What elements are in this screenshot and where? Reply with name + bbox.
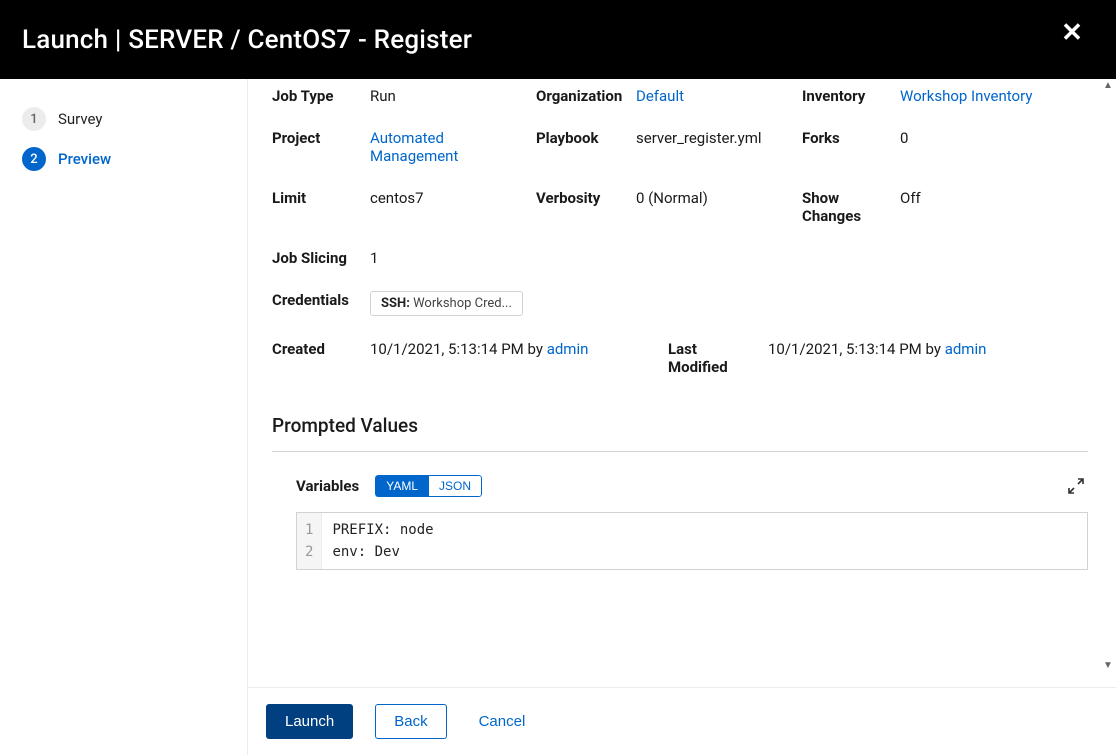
label-modified: Last Modified	[668, 340, 760, 376]
close-button[interactable]: ✕	[1060, 20, 1084, 44]
code-line: env: Dev	[332, 541, 1077, 563]
line-number: 1	[305, 519, 313, 541]
link-organization[interactable]: Default	[636, 87, 684, 105]
wizard-nav: 1 Survey 2 Preview	[0, 79, 248, 755]
dialog-title: Launch | SERVER / CentOS7 - Register	[22, 25, 472, 55]
label-forks: Forks	[802, 129, 892, 165]
code-content: PREFIX: node env: Dev	[322, 513, 1087, 569]
created-timestamp: 10/1/2021, 5:13:14 PM	[370, 340, 524, 358]
label-organization: Organization	[536, 87, 628, 105]
value-project: Automated Management	[370, 129, 528, 165]
format-toggle: YAML JSON	[375, 475, 482, 497]
toggle-yaml[interactable]: YAML	[375, 475, 428, 497]
variables-row: Variables YAML JSON	[272, 474, 1088, 498]
value-modified: 10/1/2021, 5:13:14 PM by admin	[768, 340, 1058, 376]
step-number: 2	[22, 147, 46, 171]
divider	[272, 451, 1088, 452]
expand-icon	[1068, 478, 1084, 494]
value-limit: centos7	[370, 189, 528, 225]
content-wrap: ▲ Job Type Run Organization Default Inve…	[248, 79, 1116, 755]
variables-label: Variables	[296, 477, 359, 495]
wizard-step-survey[interactable]: 1 Survey	[0, 99, 247, 139]
prompted-values-heading: Prompted Values	[272, 414, 1088, 437]
value-created: 10/1/2021, 5:13:14 PM by admin	[370, 340, 660, 376]
step-label: Preview	[58, 150, 111, 168]
label-verbosity: Verbosity	[536, 189, 628, 225]
value-credentials: SSH: Workshop Cred...	[370, 291, 1058, 316]
dialog-header: Launch | SERVER / CentOS7 - Register ✕	[0, 0, 1116, 79]
label-playbook: Playbook	[536, 129, 628, 165]
step-label: Survey	[58, 110, 103, 128]
expand-button[interactable]	[1064, 474, 1088, 498]
value-inventory: Workshop Inventory	[900, 87, 1058, 105]
launch-button[interactable]: Launch	[266, 704, 353, 739]
link-inventory[interactable]: Workshop Inventory	[900, 87, 1032, 105]
value-playbook: server_register.yml	[636, 129, 794, 165]
value-verbosity: 0 (Normal)	[636, 189, 794, 225]
details-grid: Job Type Run Organization Default Invent…	[272, 79, 1088, 376]
link-project[interactable]: Automated Management	[370, 129, 458, 165]
credential-type: SSH:	[381, 296, 410, 311]
value-show-changes: Off	[900, 189, 1058, 225]
dialog-footer: Launch Back Cancel	[248, 687, 1116, 755]
toggle-json[interactable]: JSON	[428, 475, 482, 497]
modified-timestamp: 10/1/2021, 5:13:14 PM	[768, 340, 922, 358]
value-job-slicing: 1	[370, 249, 528, 267]
code-gutter: 1 2	[297, 513, 322, 569]
credential-chip[interactable]: SSH: Workshop Cred...	[370, 291, 523, 316]
close-icon: ✕	[1061, 17, 1083, 47]
back-button[interactable]: Back	[375, 704, 446, 739]
line-number: 2	[305, 541, 313, 563]
modified-by-word: by	[926, 340, 941, 358]
row-timestamps: Created 10/1/2021, 5:13:14 PM by admin L…	[272, 340, 1058, 376]
wizard-step-preview[interactable]: 2 Preview	[0, 139, 247, 179]
dialog-body: 1 Survey 2 Preview ▲ Job Type Run Organi…	[0, 79, 1116, 755]
link-created-by[interactable]: admin	[547, 340, 589, 358]
cancel-button[interactable]: Cancel	[469, 705, 536, 738]
step-number: 1	[22, 107, 46, 131]
label-job-type: Job Type	[272, 87, 362, 105]
link-modified-by[interactable]: admin	[945, 340, 987, 358]
value-job-type: Run	[370, 87, 528, 105]
value-forks: 0	[900, 129, 1058, 165]
label-job-slicing: Job Slicing	[272, 249, 362, 267]
label-limit: Limit	[272, 189, 362, 225]
variables-editor[interactable]: 1 2 PREFIX: node env: Dev	[296, 512, 1088, 570]
label-show-changes: Show Changes	[802, 189, 892, 225]
label-inventory: Inventory	[802, 87, 892, 105]
code-line: PREFIX: node	[332, 519, 1077, 541]
label-created: Created	[272, 340, 362, 376]
credential-name: Workshop Cred...	[413, 296, 512, 311]
label-credentials: Credentials	[272, 291, 362, 316]
value-organization: Default	[636, 87, 794, 105]
created-by-word: by	[528, 340, 543, 358]
label-project: Project	[272, 129, 362, 165]
content-scroll[interactable]: Job Type Run Organization Default Invent…	[248, 79, 1116, 687]
